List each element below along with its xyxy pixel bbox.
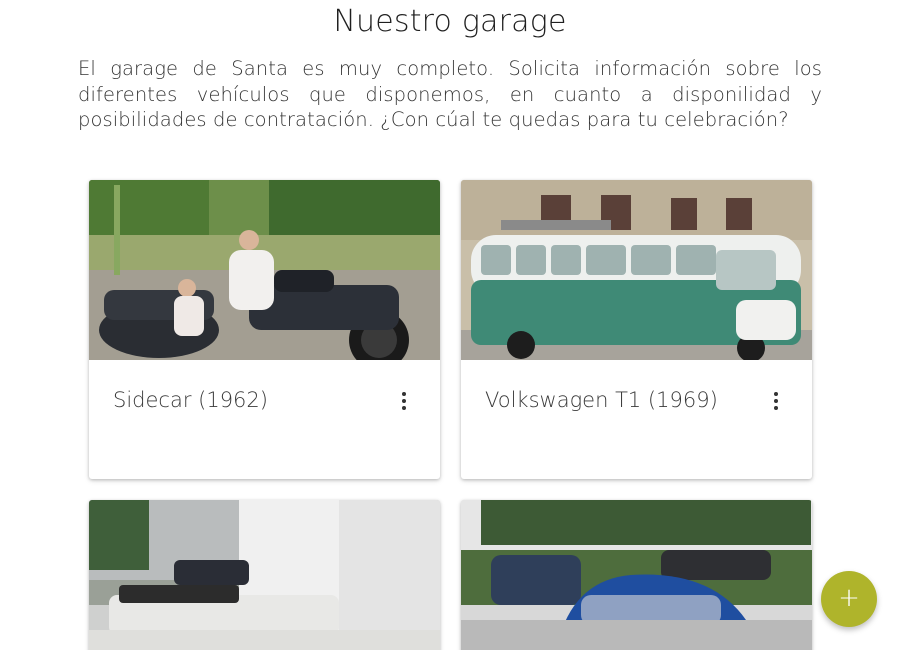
vehicle-card-beetle[interactable]: [461, 500, 812, 650]
more-vert-icon[interactable]: [768, 390, 784, 412]
vehicle-photo[interactable]: [461, 500, 812, 650]
add-button[interactable]: +: [821, 571, 877, 627]
add-icon: +: [838, 583, 860, 613]
volkswagen-t1-photo[interactable]: [461, 180, 812, 360]
more-vert-icon[interactable]: [396, 390, 412, 412]
vehicle-card-thing[interactable]: [89, 500, 440, 650]
vehicle-name: Sidecar (1962): [113, 388, 268, 412]
intro-text: El garage de Santa es muy completo. Soli…: [78, 57, 822, 131]
card-body: Sidecar (1962): [89, 360, 440, 479]
sidecar-photo[interactable]: [89, 180, 440, 360]
card-body: Volkswagen T1 (1969): [461, 360, 812, 479]
vehicle-card-volkswagen-t1[interactable]: Volkswagen T1 (1969): [461, 180, 812, 479]
vehicle-name: Volkswagen T1 (1969): [485, 388, 718, 412]
page-title: Nuestro garage: [333, 4, 567, 39]
vehicle-card-sidecar[interactable]: Sidecar (1962): [89, 180, 440, 479]
vehicle-photo[interactable]: [89, 500, 440, 650]
